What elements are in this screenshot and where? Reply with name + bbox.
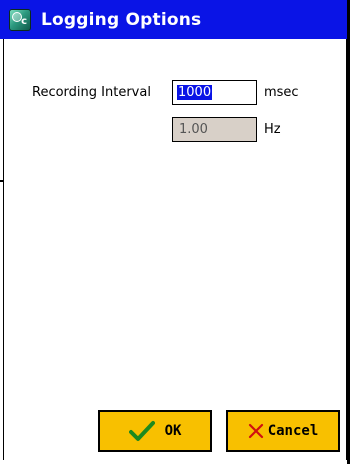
close-icon xyxy=(248,423,264,439)
ok-button[interactable]: OK xyxy=(98,410,212,452)
ok-label: OK xyxy=(164,423,182,439)
window-title: Logging Options xyxy=(41,9,202,30)
frequency-readout: 1.00 xyxy=(172,117,257,142)
title-bar: c Logging Options xyxy=(0,0,350,39)
interval-unit-label: msec xyxy=(264,85,299,100)
checkmark-icon xyxy=(128,420,155,442)
cancel-button[interactable]: Cancel xyxy=(226,410,340,452)
frequency-value: 1.00 xyxy=(179,122,208,137)
recording-interval-label: Recording Interval xyxy=(32,85,151,100)
cancel-label: Cancel xyxy=(267,423,319,439)
recording-interval-value: 1000 xyxy=(177,85,213,100)
app-logo-icon: c xyxy=(9,8,31,31)
recording-interval-input[interactable]: 1000 xyxy=(172,80,257,105)
edge-marker xyxy=(0,180,4,182)
frequency-unit-label: Hz xyxy=(264,122,281,137)
